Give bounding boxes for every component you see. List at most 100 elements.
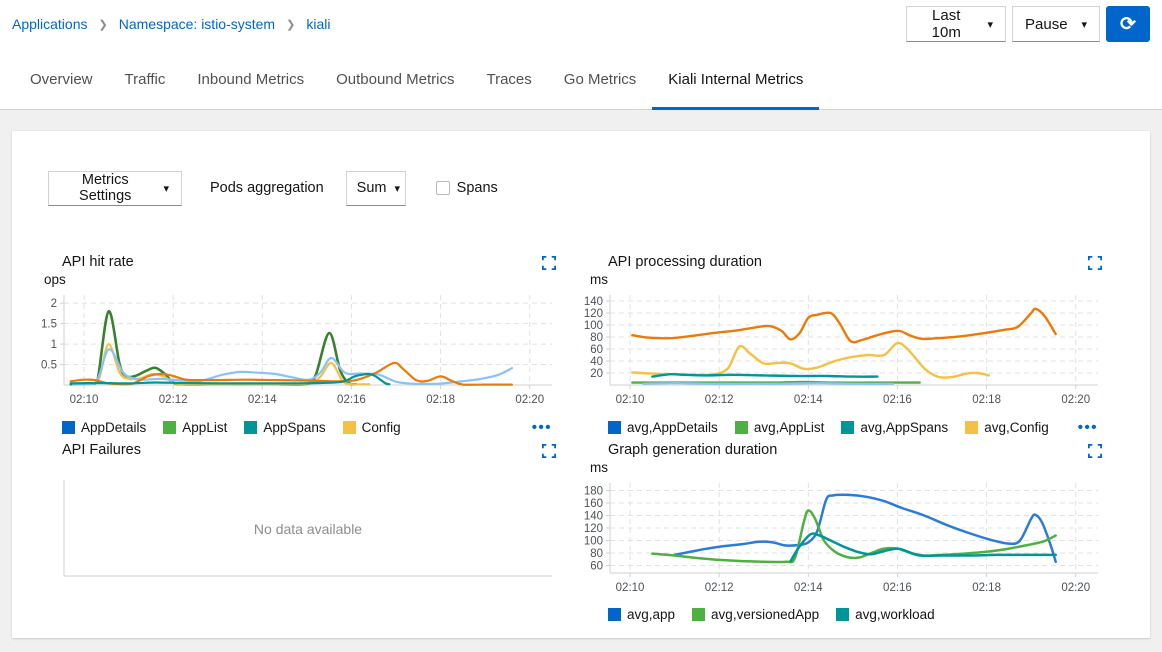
y-tick-label: 140 (584, 296, 603, 308)
legend-label: AppDetails (81, 420, 146, 435)
legend-item[interactable]: avg,app (608, 607, 675, 622)
y-tick-label: 140 (584, 511, 603, 523)
expand-chart-button[interactable] (1086, 442, 1104, 458)
legend-item[interactable]: avg,AppSpans (841, 420, 948, 435)
x-tick-label: 02:12 (705, 394, 734, 406)
chart-title: API hit rate (62, 254, 134, 270)
legend-label: AppList (182, 420, 227, 435)
chart-plot: No data available (34, 476, 558, 584)
chart-unit-label: ops (44, 272, 558, 289)
expand-chart-button[interactable] (540, 442, 558, 458)
legend-swatch (244, 421, 257, 434)
spans-label: Spans (457, 180, 498, 196)
x-tick-label: 02:20 (515, 394, 544, 406)
series-line-dark-green (71, 311, 356, 384)
pods-aggregation-label: Pods aggregation (210, 180, 324, 196)
expand-icon (1088, 444, 1102, 458)
caret-down-icon: ▾ (395, 182, 401, 195)
tab-inbound-metrics[interactable]: Inbound Metrics (181, 71, 320, 110)
refresh-button[interactable]: ⟳ (1106, 6, 1150, 42)
y-tick-label: 120 (584, 523, 603, 535)
legend-swatch (836, 608, 849, 621)
chart-plot: 02:1002:1202:1402:1602:1802:200.511.52 (34, 289, 558, 415)
x-tick-label: 02:20 (1061, 394, 1090, 406)
legend-swatch (841, 421, 854, 434)
x-tick-label: 02:14 (248, 394, 277, 406)
legend-label: avg,AppList (754, 420, 825, 435)
x-tick-label: 02:10 (616, 394, 645, 406)
legend-item[interactable]: avg,Config (965, 420, 1049, 435)
gridlines (610, 295, 1098, 385)
legend-swatch (62, 421, 75, 434)
y-tick-label: 80 (590, 332, 603, 344)
chart-panel-api-failures: API FailuresNo data available (34, 440, 558, 622)
caret-down-icon: ▾ (987, 18, 993, 31)
y-tick-label: 100 (584, 536, 603, 548)
metrics-card: Metrics Settings ▾ Pods aggregation Sum … (12, 131, 1150, 638)
breadcrumb-namespace[interactable]: Namespace: istio-system (119, 16, 275, 32)
chart-unit-label: ms (590, 460, 1104, 477)
legend-item[interactable]: Config (343, 420, 401, 435)
legend-item[interactable]: avg,workload (836, 607, 935, 622)
spans-checkbox[interactable] (436, 181, 450, 195)
series-line-avg,AppSpans (652, 374, 877, 377)
legend-item[interactable]: AppSpans (244, 420, 325, 435)
legend-swatch (608, 421, 621, 434)
x-tick-label: 02:14 (794, 582, 823, 594)
x-tick-label: 02:18 (972, 394, 1001, 406)
x-tick-label: 02:18 (426, 394, 455, 406)
x-tick-label: 02:10 (70, 394, 99, 406)
tab-kiali-internal-metrics[interactable]: Kiali Internal Metrics (652, 71, 819, 110)
x-tick-label: 02:18 (972, 582, 1001, 594)
tab-traffic[interactable]: Traffic (109, 71, 182, 110)
y-tick-label: 80 (590, 548, 603, 560)
spans-control: Spans (436, 180, 498, 196)
chart-panel-api-hit-rate: API hit rateops02:1002:1202:1402:1602:18… (34, 252, 558, 436)
legend-item[interactable]: avg,versionedApp (692, 607, 819, 622)
legend-item[interactable]: AppDetails (62, 420, 146, 435)
chevron-right-icon: ❯ (99, 18, 108, 31)
tab-outbound-metrics[interactable]: Outbound Metrics (320, 71, 470, 110)
refresh-interval-select[interactable]: Pause ▾ (1012, 6, 1100, 42)
content-area: Metrics Settings ▾ Pods aggregation Sum … (0, 131, 1162, 652)
tab-go-metrics[interactable]: Go Metrics (548, 71, 653, 110)
breadcrumb-kiali[interactable]: kiali (306, 16, 330, 32)
y-tick-label: 180 (584, 486, 603, 498)
legend-swatch (343, 421, 356, 434)
chart-legend: avg,app avg,versionedApp avg,workload (580, 607, 1104, 622)
tab-bar: OverviewTrafficInbound MetricsOutbound M… (0, 48, 1162, 110)
legend-label: avg,workload (855, 607, 935, 622)
legend-swatch (735, 421, 748, 434)
y-tick-label: 1.5 (41, 319, 57, 331)
legend-label: avg,AppDetails (627, 420, 718, 435)
metrics-controls: Metrics Settings ▾ Pods aggregation Sum … (48, 170, 1150, 206)
legend-item[interactable]: AppList (163, 420, 227, 435)
tab-traces[interactable]: Traces (470, 71, 547, 110)
x-tick-label: 02:10 (616, 582, 645, 594)
metrics-settings-dropdown[interactable]: Metrics Settings ▾ (48, 171, 182, 206)
metrics-settings-label: Metrics Settings (61, 172, 149, 204)
legend-more-button[interactable]: ••• (1078, 419, 1098, 436)
breadcrumb-applications[interactable]: Applications (12, 16, 88, 32)
series-line-orange (71, 363, 512, 385)
chart-unit-label: ms (590, 272, 1104, 289)
chart-title: API processing duration (608, 254, 762, 270)
y-tick-label: 2 (51, 298, 57, 310)
series-line-avg,Config (632, 343, 989, 378)
refresh-interval-value: Pause (1025, 16, 1068, 33)
tab-overview[interactable]: Overview (14, 71, 109, 110)
x-tick-label: 02:12 (159, 394, 188, 406)
chart-plot: 02:1002:1202:1402:1602:1802:202040608010… (580, 289, 1104, 415)
chart-title: Graph generation duration (608, 442, 777, 458)
aggregation-select[interactable]: Sum ▾ (346, 171, 406, 206)
breadcrumb: Applications ❯ Namespace: istio-system ❯… (12, 16, 330, 32)
legend-item[interactable]: avg,AppDetails (608, 420, 718, 435)
series-line-light-blue (643, 383, 893, 384)
legend-swatch (163, 421, 176, 434)
expand-chart-button[interactable] (1086, 254, 1104, 270)
duration-select[interactable]: Last 10m ▾ (906, 6, 1006, 42)
expand-chart-button[interactable] (540, 254, 558, 270)
legend-item[interactable]: avg,AppList (735, 420, 825, 435)
legend-label: AppSpans (263, 420, 325, 435)
legend-more-button[interactable]: ••• (532, 419, 552, 436)
